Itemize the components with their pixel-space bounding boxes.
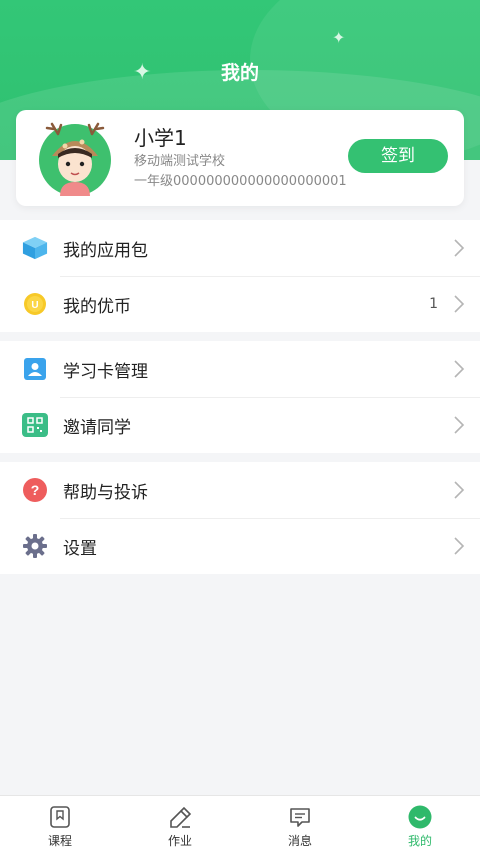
cube-icon — [22, 236, 48, 260]
help-icon: ? — [22, 478, 48, 502]
coin-icon: U — [22, 292, 48, 316]
user-name: 小学1 — [134, 126, 187, 150]
tab-label: 课程 — [47, 834, 72, 848]
menu-label: 设置 — [63, 538, 97, 559]
tab-label: 作业 — [167, 834, 192, 848]
menu-label: 我的应用包 — [63, 240, 148, 261]
avatar[interactable] — [30, 120, 120, 196]
grade-id: 一年级000000000000000000001 — [134, 174, 347, 189]
chevron-right-icon — [454, 481, 465, 499]
profile-card: 小学1 移动端测试学校 一年级000000000000000000001 签到 — [16, 110, 464, 206]
menu-item-help[interactable]: ? 帮助与投诉 — [0, 462, 480, 518]
tab-label: 消息 — [287, 834, 312, 848]
tab-course[interactable]: 课程 — [0, 796, 120, 853]
menu-label: 我的优币 — [63, 296, 131, 317]
chevron-right-icon — [454, 416, 465, 434]
menu-group-support: ? 帮助与投诉 设置 — [0, 462, 480, 574]
message-icon — [290, 808, 310, 827]
sparkle-icon: ✦ — [332, 28, 346, 47]
menu-label: 帮助与投诉 — [63, 482, 148, 503]
menu-item-app-package[interactable]: 我的应用包 — [0, 220, 480, 276]
school-name: 移动端测试学校 — [134, 154, 226, 169]
gear-icon — [22, 534, 48, 558]
chevron-right-icon — [454, 537, 465, 555]
tab-messages[interactable]: 消息 — [240, 796, 360, 853]
bottom-tab-bar: 课程 作业 消息 我的 — [0, 795, 480, 853]
chevron-right-icon — [454, 239, 465, 257]
page-title: 我的 — [220, 62, 259, 84]
tab-label: 我的 — [407, 834, 432, 848]
qrcode-icon — [22, 413, 48, 437]
chevron-right-icon — [454, 360, 465, 378]
svg-text:?: ? — [31, 482, 40, 498]
smile-icon — [408, 805, 432, 829]
menu-item-study-card[interactable]: 学习卡管理 — [0, 341, 480, 397]
menu-label: 学习卡管理 — [63, 361, 148, 382]
tab-homework[interactable]: 作业 — [120, 796, 240, 853]
eraser-pencil-icon — [170, 806, 192, 828]
menu-label: 邀请同学 — [63, 417, 131, 438]
menu-group-study: 学习卡管理 邀请同学 — [0, 341, 480, 453]
menu-item-invite[interactable]: 邀请同学 — [0, 397, 480, 453]
menu-group-apps: 我的应用包 U 我的优币 1 — [0, 220, 480, 332]
coin-count: 1 — [429, 296, 438, 312]
contact-card-icon — [22, 357, 48, 381]
bookmark-book-icon — [50, 806, 70, 828]
menu-item-coins[interactable]: U 我的优币 1 — [0, 276, 480, 332]
chevron-right-icon — [454, 295, 465, 313]
signin-button[interactable]: 签到 — [348, 139, 448, 173]
menu-item-settings[interactable]: 设置 — [0, 518, 480, 574]
svg-text:U: U — [31, 300, 38, 311]
tab-mine[interactable]: 我的 — [360, 796, 480, 853]
